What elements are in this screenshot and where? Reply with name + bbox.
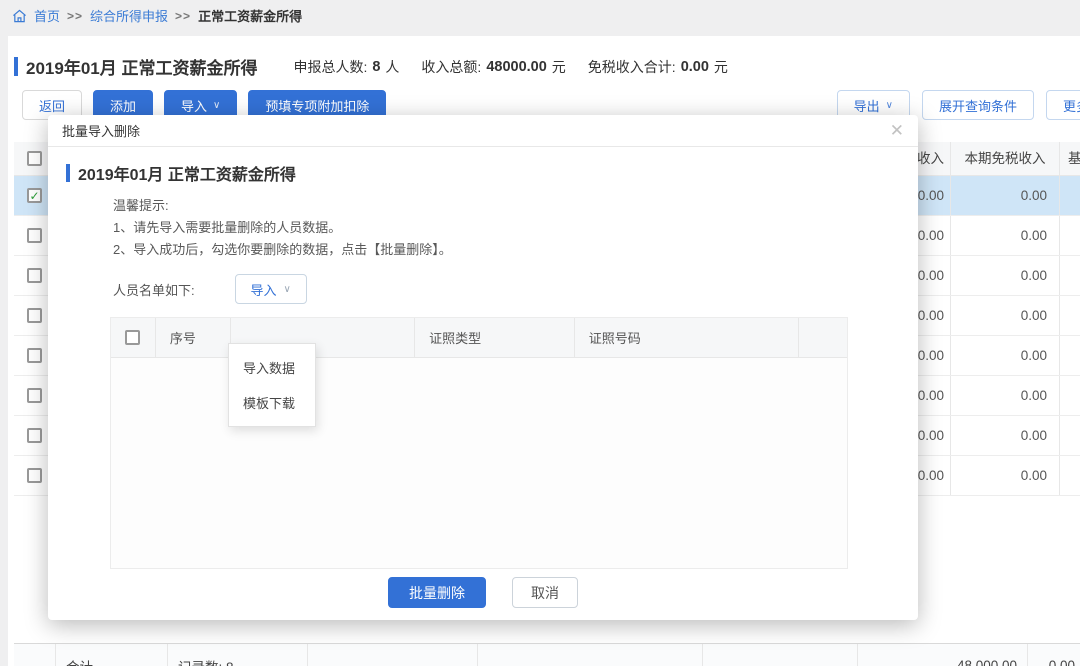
basic-cell (1060, 256, 1080, 295)
breadcrumb-link-declare[interactable]: 综合所得申报 (90, 6, 168, 25)
basic-cell (1060, 176, 1080, 215)
roster-row: 人员名单如下: 导入 ∨ (113, 274, 918, 304)
tips-title: 温馨提示: (113, 195, 918, 217)
basic-cell (1060, 376, 1080, 415)
stat-label: 申报总人数: (293, 57, 367, 77)
table-totals-row: 合计 记录数: 8 48,000.00 0.00 (14, 643, 1080, 666)
batch-delete-button[interactable]: 批量删除 (388, 577, 486, 608)
select-all-checkbox[interactable] (27, 151, 42, 166)
totals-label: 合计 (56, 644, 168, 666)
stat-value: 48000.00 (486, 59, 546, 75)
modal-import-dropdown-button[interactable]: 导入 ∨ (235, 274, 307, 304)
more-button[interactable]: 更多 (1046, 90, 1080, 120)
tip-line-2: 2、导入成功后，勾选你要删除的数据，点击【批量删除】。 (113, 239, 918, 261)
page-title: 2019年01月 正常工资薪金所得 (26, 54, 257, 79)
stat-label: 收入总额: (421, 57, 481, 77)
modal-footer: 批量删除 取消 (48, 577, 918, 608)
stat-unit: 元 (552, 57, 566, 77)
modal-table-header: 序号 证照类型 证照号码 (111, 318, 847, 358)
column-header-doc-type: 证照类型 (415, 318, 575, 357)
column-header-index: 序号 (156, 318, 231, 357)
taxfree-cell: 0.00 (951, 216, 1060, 255)
chevron-down-icon: ∨ (886, 100, 893, 111)
expand-query-button[interactable]: 展开查询条件 (922, 90, 1034, 120)
row-checkbox[interactable] (27, 388, 42, 403)
dropdown-menu-item[interactable]: 模板下载 (229, 385, 315, 420)
row-checkbox[interactable] (27, 268, 42, 283)
taxfree-total: 0.00 (1028, 644, 1080, 666)
home-icon[interactable] (12, 9, 27, 23)
row-checkbox[interactable] (27, 308, 42, 323)
close-icon[interactable]: ✕ (890, 122, 904, 139)
taxfree-cell: 0.00 (951, 336, 1060, 375)
row-checkbox[interactable] (27, 228, 42, 243)
import-dropdown-menu: 导入数据 模板下载 (228, 343, 316, 427)
row-checkbox[interactable] (27, 348, 42, 363)
title-accent-bar (66, 164, 70, 182)
basic-cell (1060, 216, 1080, 255)
income-total: 48,000.00 (858, 644, 1028, 666)
modal-select-all-checkbox[interactable] (125, 330, 140, 345)
taxfree-cell: 0.00 (951, 376, 1060, 415)
summary-stats: 申报总人数: 8人 收入总额: 48000.00 元 免税收入合计: 0.00 元 (293, 57, 727, 77)
dropdown-menu-item[interactable]: 导入数据 (229, 350, 315, 385)
breadcrumb: 首页 >> 综合所得申报 >> 正常工资薪金所得 (12, 6, 302, 25)
modal-section-title: 2019年01月 正常工资薪金所得 (78, 161, 296, 185)
taxfree-cell: 0.00 (951, 296, 1060, 335)
breadcrumb-separator: >> (175, 9, 191, 23)
batch-delete-modal: 批量导入删除 ✕ 2019年01月 正常工资薪金所得 温馨提示: 1、请先导入需… (48, 115, 918, 620)
chevron-down-icon: ∨ (213, 100, 220, 111)
modal-table: 序号 证照类型 证照号码 (110, 317, 848, 569)
stat-value: 0.00 (681, 59, 709, 75)
row-checkbox[interactable] (27, 428, 42, 443)
stat-unit: 元 (714, 57, 728, 77)
record-count: 记录数: 8 (168, 644, 308, 666)
modal-title: 批量导入删除 (62, 121, 140, 140)
basic-cell (1060, 296, 1080, 335)
stat-value: 8 (372, 59, 380, 75)
taxfree-cell: 0.00 (951, 456, 1060, 495)
modal-header: 批量导入删除 ✕ (48, 115, 918, 147)
row-checkbox[interactable] (27, 188, 42, 203)
breadcrumb-separator: >> (67, 9, 83, 23)
breadcrumb-current: 正常工资薪金所得 (198, 6, 302, 25)
row-checkbox[interactable] (27, 468, 42, 483)
taxfree-cell: 0.00 (951, 176, 1060, 215)
column-header-taxfree: 本期免税收入 (951, 142, 1060, 175)
column-header-basic: 基本 (1060, 142, 1080, 175)
stat-unit: 人 (385, 57, 399, 77)
taxfree-cell: 0.00 (951, 416, 1060, 455)
app-window: 首页 >> 综合所得申报 >> 正常工资薪金所得 2019年01月 正常工资薪金… (0, 0, 1080, 666)
column-header-doc-number: 证照号码 (575, 318, 799, 357)
basic-cell (1060, 416, 1080, 455)
stat-label: 免税收入合计: (588, 57, 676, 77)
taxfree-cell: 0.00 (951, 256, 1060, 295)
tips-block: 温馨提示: 1、请先导入需要批量删除的人员数据。 2、导入成功后，勾选你要删除的… (113, 195, 918, 261)
modal-table-body-empty (111, 358, 847, 568)
basic-cell (1060, 336, 1080, 375)
title-accent-bar (14, 57, 18, 76)
chevron-down-icon: ∨ (283, 284, 290, 295)
breadcrumb-home[interactable]: 首页 (34, 6, 60, 25)
page-header: 2019年01月 正常工资薪金所得 申报总人数: 8人 收入总额: 48000.00… (14, 54, 728, 79)
tip-line-1: 1、请先导入需要批量删除的人员数据。 (113, 217, 918, 239)
cancel-button[interactable]: 取消 (512, 577, 578, 608)
roster-label: 人员名单如下: (113, 280, 195, 299)
modal-body: 2019年01月 正常工资薪金所得 温馨提示: 1、请先导入需要批量删除的人员数… (48, 161, 918, 574)
basic-cell (1060, 456, 1080, 495)
